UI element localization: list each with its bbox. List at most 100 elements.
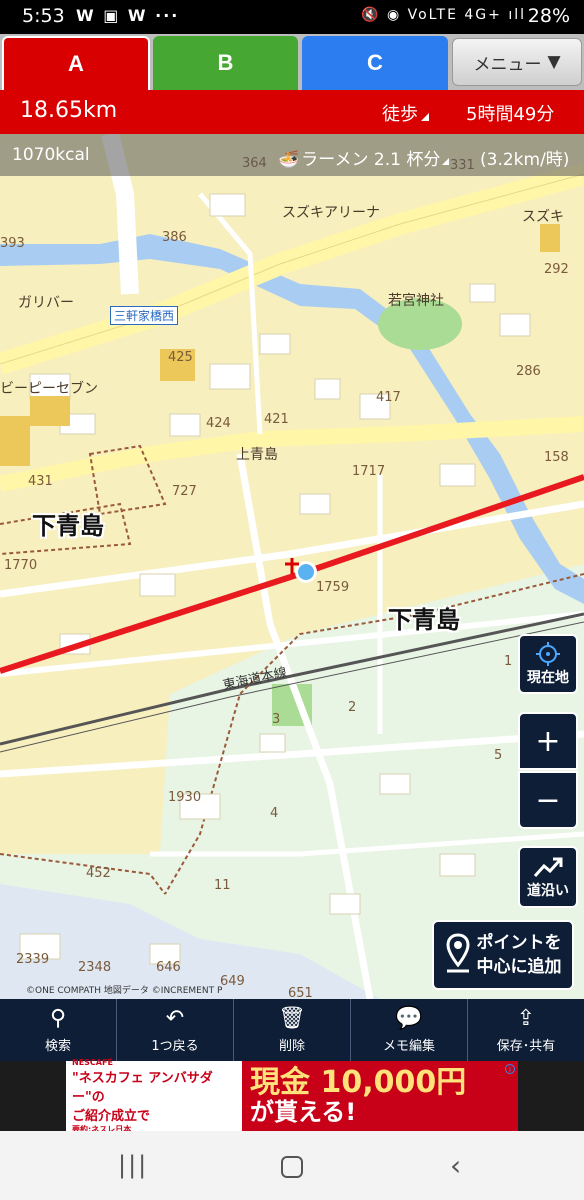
menu-label: メニュー xyxy=(473,54,542,75)
locate-label: 現在地 xyxy=(527,670,569,686)
block-number: 3 xyxy=(272,712,281,727)
block-number: 1 xyxy=(504,654,513,669)
block-number: 1717 xyxy=(352,464,386,479)
memo-edit-button[interactable]: 💬 メモ編集 xyxy=(351,999,468,1061)
block-number: 727 xyxy=(172,484,197,499)
memo-label: メモ編集 xyxy=(382,1038,435,1054)
ad-headline-1: "ネスカフェ アンバサダー"の xyxy=(72,1070,213,1105)
travel-mode-selector[interactable]: 徒歩 xyxy=(382,100,429,126)
search-button[interactable]: ⚲ 検索 xyxy=(0,999,117,1061)
block-number: 425 xyxy=(168,350,193,365)
block-number: 5 xyxy=(494,748,503,763)
block-number: 1759 xyxy=(316,580,350,595)
ad-right-panel: 現金 10,000円 が貰える! xyxy=(242,1061,518,1131)
block-number: 1770 xyxy=(4,558,38,573)
ramen-label: ラーメン 2.1 杯分 xyxy=(301,150,441,170)
map-view[interactable]: 364 331 386 393 292 425 286 424 421 417 … xyxy=(0,134,584,999)
block-number: 424 xyxy=(206,416,231,431)
undo-label: 1つ戻る xyxy=(151,1038,199,1054)
calories: 1070kcal xyxy=(12,145,90,165)
block-number: 1930 xyxy=(168,790,202,805)
ramen-equivalent[interactable]: 🍜 ラーメン 2.1 杯分 xyxy=(278,145,451,170)
block-number: 421 xyxy=(264,412,289,427)
block-number: 292 xyxy=(544,262,569,277)
ad-subtext: が貰える! xyxy=(250,1098,357,1126)
poi-label: スズキ xyxy=(522,209,564,225)
ad-info-icon[interactable]: i xyxy=(505,1064,515,1074)
ad-left-panel: NESCAFÉ "ネスカフェ アンバサダー"の ご紹介成立で 要約:ネスレ日本 xyxy=(66,1057,242,1134)
block-number: 386 xyxy=(162,230,187,245)
place-name: 下青島 xyxy=(388,606,460,634)
battery-level: 28% xyxy=(527,5,570,27)
block-number: 431 xyxy=(28,474,53,489)
tab-c[interactable]: C xyxy=(302,36,448,90)
block-number: 651 xyxy=(288,986,313,999)
route-info-bar: 18.65km 徒歩 5時間49分 xyxy=(0,90,584,134)
search-label: 検索 xyxy=(44,1038,71,1054)
menu-button[interactable]: メニュー ▼ xyxy=(452,38,582,86)
ramen-icon: 🍜 xyxy=(278,150,300,170)
recent-apps-icon[interactable]: ||| xyxy=(118,1151,148,1179)
block-number: 393 xyxy=(0,236,25,251)
block-number: 2339 xyxy=(16,952,50,967)
bus-stop-label: 三軒家橋西 xyxy=(110,306,179,325)
undo-button[interactable]: ↶ 1つ戻る xyxy=(117,999,234,1061)
ad-headline-2: ご紹介成立で xyxy=(72,1108,151,1124)
along-road-label: 道沿い xyxy=(527,883,569,899)
trend-icon xyxy=(533,857,563,878)
block-number: 452 xyxy=(86,866,111,881)
save-share-button[interactable]: ⇪ 保存･共有 xyxy=(468,999,584,1061)
android-nav-bar: ||| ‹ xyxy=(0,1131,584,1200)
block-number: 4 xyxy=(270,806,279,821)
ad-brand-logo: NESCAFÉ xyxy=(72,1057,113,1067)
route-duration: 5時間49分 xyxy=(466,104,555,125)
block-number: 2 xyxy=(348,700,357,715)
system-icons: 🔇 ◉ VoLTE 4G+ ıll xyxy=(361,7,526,23)
add-point-button[interactable]: ポイントを 中心に追加 xyxy=(432,920,574,990)
block-number: 646 xyxy=(156,960,181,975)
poi-label: ガリバー xyxy=(18,295,74,311)
memo-icon: 💬 xyxy=(395,1005,423,1031)
ad-banner[interactable]: NESCAFÉ "ネスカフェ アンバサダー"の ご紹介成立で 要約:ネスレ日本 … xyxy=(66,1057,518,1134)
home-icon[interactable] xyxy=(281,1156,303,1178)
ad-amount: 現金 10,000円 xyxy=(250,1065,467,1100)
travel-mode-label: 徒歩 xyxy=(382,104,418,125)
poi-label: ビーピーセブン xyxy=(0,381,98,397)
block-number: 417 xyxy=(376,390,401,405)
route-tabs: A B C メニュー ▼ xyxy=(0,34,584,90)
tab-a[interactable]: A xyxy=(2,36,150,90)
block-number: 158 xyxy=(544,450,569,465)
delete-button[interactable]: 🗑 削除 xyxy=(234,999,351,1061)
current-location-button[interactable]: 現在地 xyxy=(518,634,578,694)
notification-icons: W ▣ W ··· xyxy=(76,6,180,25)
undo-icon: ↶ xyxy=(165,1005,185,1031)
zoom-in-button[interactable]: + xyxy=(518,712,578,770)
poi-label: スズキアリーナ xyxy=(282,205,380,221)
add-point-label-1: ポイントを xyxy=(476,933,562,953)
back-icon[interactable]: ‹ xyxy=(450,1149,461,1182)
add-point-label-2: 中心に追加 xyxy=(476,957,562,977)
poi-label: 上青島 xyxy=(236,447,278,463)
block-number: 11 xyxy=(214,878,231,893)
walking-pace: (3.2km/時) xyxy=(480,150,570,170)
along-road-button[interactable]: 道沿い xyxy=(518,846,578,908)
tab-b[interactable]: B xyxy=(153,36,298,90)
block-number: 286 xyxy=(516,364,541,379)
share-icon: ⇪ xyxy=(516,1005,536,1031)
dropdown-corner-icon xyxy=(421,113,429,121)
delete-label: 削除 xyxy=(278,1038,305,1054)
block-number: 649 xyxy=(220,974,245,989)
status-bar: 5:53 W ▣ W ··· 🔇 ◉ VoLTE 4G+ ıll 28% xyxy=(0,0,584,34)
menu-arrow-icon: ▼ xyxy=(547,52,561,72)
place-name: 下青島 xyxy=(32,512,104,540)
bottom-toolbar: ⚲ 検索 ↶ 1つ戻る 🗑 削除 💬 メモ編集 ⇪ 保存･共有 xyxy=(0,999,584,1061)
search-icon: ⚲ xyxy=(49,1005,67,1031)
map-pin-icon xyxy=(445,933,470,973)
calorie-bar: 1070kcal 🍜 ラーメン 2.1 杯分 (3.2km/時) xyxy=(0,134,584,176)
map-copyright: ©ONE COMPATH 地図データ ©INCREMENT P xyxy=(26,986,223,996)
zoom-out-button[interactable]: − xyxy=(518,771,578,829)
poi-label: 若宮神社 xyxy=(388,293,444,309)
route-distance: 18.65km xyxy=(20,98,118,123)
dropdown-corner-icon xyxy=(442,158,450,165)
clock: 5:53 xyxy=(22,5,65,27)
